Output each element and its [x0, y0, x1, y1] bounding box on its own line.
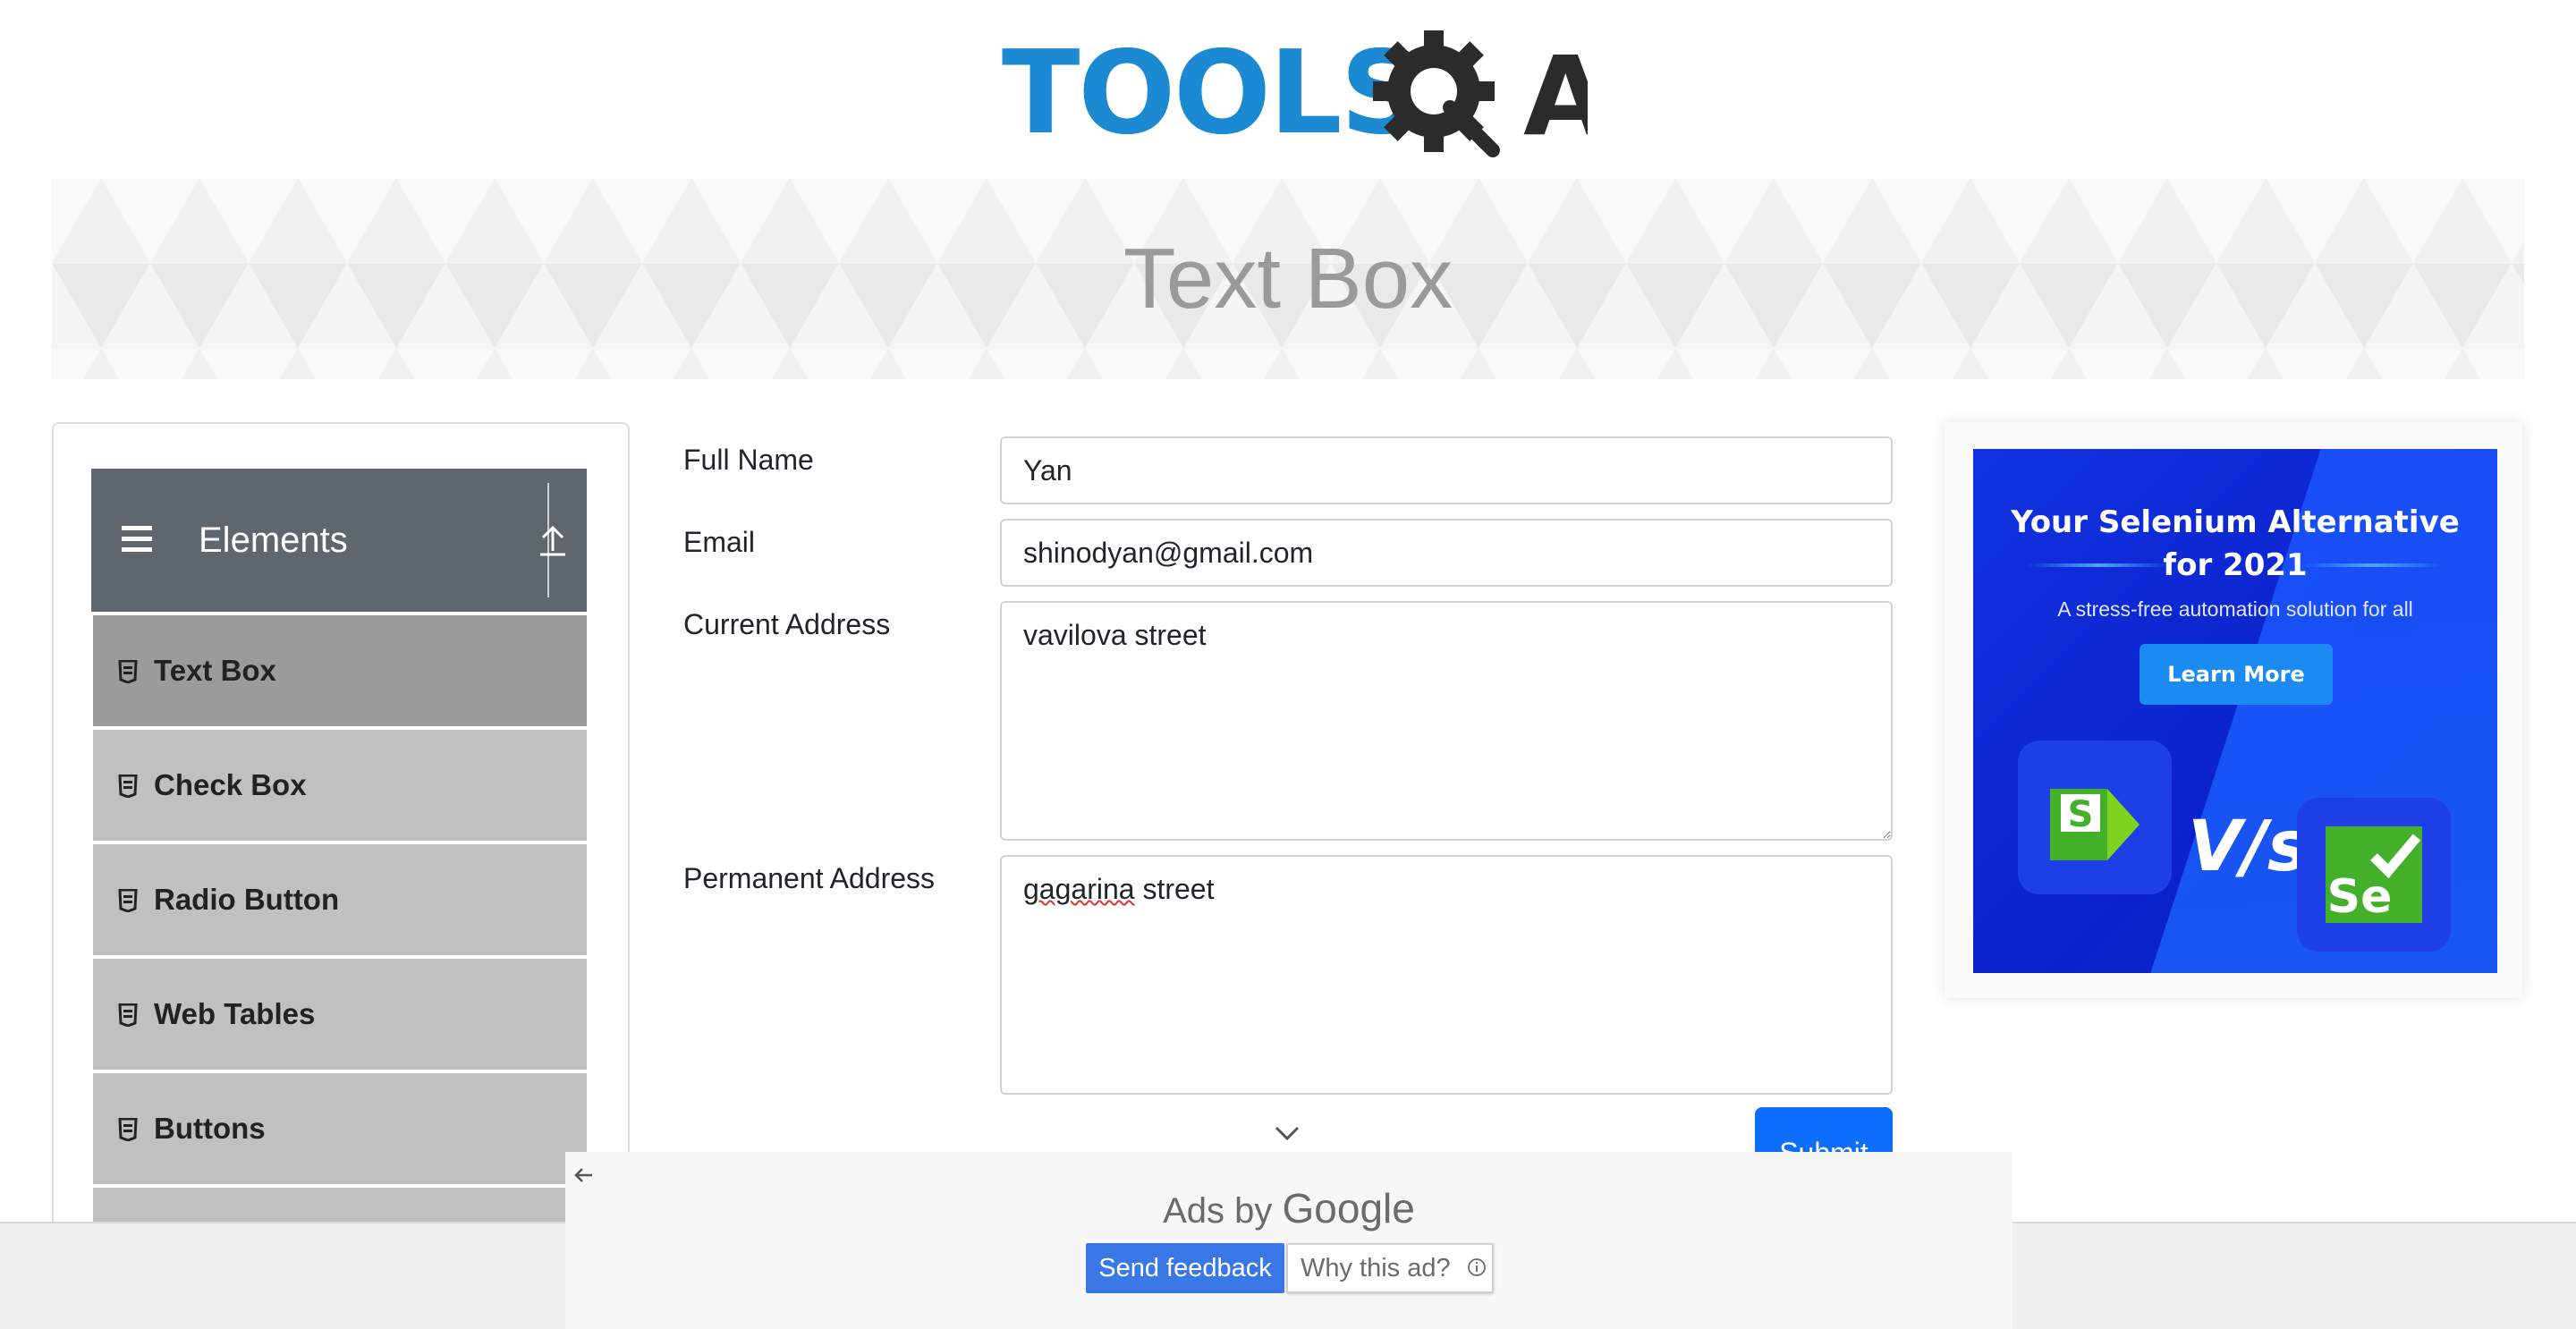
sidebar-item-label: Check Box	[154, 768, 307, 801]
email-input[interactable]	[1000, 519, 1893, 587]
left-panel: Elements Text Box Check Box Radio Button	[52, 422, 630, 1329]
back-arrow-icon[interactable]	[572, 1164, 594, 1186]
page-banner: Text Box	[52, 179, 2524, 379]
ad-title-line1: Your Selenium Alternative	[2011, 504, 2460, 540]
sidebar-item-label: Text Box	[154, 654, 276, 687]
katalon-logo: S	[2018, 741, 2172, 894]
selenium-logo: Se	[2297, 798, 2451, 952]
full-name-input[interactable]	[1000, 436, 1893, 504]
document-icon	[118, 1118, 138, 1141]
sidebar-item-buttons[interactable]: Buttons	[93, 1073, 587, 1184]
sidebar-item-label: Radio Button	[154, 883, 340, 916]
versus-text: V/s	[2188, 807, 2309, 887]
ads-by-google-label: Ads by Google	[565, 1184, 2012, 1232]
katalon-letter: S	[2068, 794, 2094, 835]
group-title: Elements	[199, 521, 348, 560]
sidebar-item-check-box[interactable]: Check Box	[93, 730, 587, 841]
info-icon	[1468, 1258, 1486, 1276]
sidebar-item-radio-button[interactable]: Radio Button	[93, 844, 587, 955]
hamburger-icon	[122, 526, 152, 552]
misspelled-word: gagarina	[1023, 873, 1135, 905]
document-icon	[118, 660, 138, 683]
current-address-label: Current Address	[683, 608, 891, 640]
ad-banner[interactable]: Your Selenium Alternative for 2021 A str…	[1973, 449, 2497, 973]
document-icon	[118, 1003, 138, 1027]
sidebar-item-web-tables[interactable]: Web Tables	[93, 959, 587, 1070]
katalon-mark-icon: S	[2050, 789, 2140, 860]
ads-by-text: Ads by	[1163, 1191, 1273, 1231]
learn-more-button[interactable]: Learn More	[2140, 644, 2333, 705]
document-icon	[118, 775, 138, 798]
sidebar-item-text-box[interactable]: Text Box	[93, 615, 587, 726]
permanent-address-textarea[interactable]: gagarina street	[1000, 855, 1893, 1095]
gear-magnifier-icon: A	[1373, 30, 1588, 160]
email-label: Email	[683, 526, 756, 558]
selenium-mark-icon: Se	[2326, 826, 2422, 924]
logo-letter: A	[1523, 33, 1588, 160]
logo-text: TOOLS	[1002, 27, 1423, 160]
sidebar-item-label: Web Tables	[154, 997, 316, 1030]
sidebar-item-label: Buttons	[154, 1112, 266, 1145]
current-address-textarea[interactable]: vavilova street	[1000, 601, 1893, 841]
ad-rule-left	[2027, 563, 2170, 567]
toolsqa-logo[interactable]: TOOLS A	[1002, 27, 1588, 161]
collapse-arrow-icon[interactable]	[530, 517, 576, 563]
why-this-ad-button[interactable]: Why this ad?	[1286, 1243, 1494, 1293]
ads-by-google-overlay[interactable]: Ads by Google Send feedback Why this ad?	[565, 1152, 2012, 1329]
ad-title: Your Selenium Alternative for 2021	[1973, 501, 2497, 587]
address-text: street	[1134, 873, 1215, 905]
full-name-label: Full Name	[683, 444, 814, 476]
permanent-address-label: Permanent Address	[683, 862, 936, 894]
why-this-ad-label: Why this ad?	[1301, 1254, 1451, 1282]
ad-rule-right	[2301, 563, 2444, 567]
chevron-down-icon[interactable]	[1274, 1125, 1301, 1141]
ad-frame[interactable]: Your Selenium Alternative for 2021 A str…	[1945, 422, 2522, 998]
ad-subtitle: A stress-free automation solution for al…	[2057, 597, 2413, 621]
send-feedback-button[interactable]: Send feedback	[1086, 1243, 1284, 1293]
document-icon	[118, 889, 138, 912]
google-wordmark: Google	[1282, 1185, 1415, 1232]
elements-group-header[interactable]: Elements	[91, 469, 587, 612]
selenium-letters: Se	[2327, 870, 2393, 924]
page-title: Text Box	[1123, 231, 1453, 326]
